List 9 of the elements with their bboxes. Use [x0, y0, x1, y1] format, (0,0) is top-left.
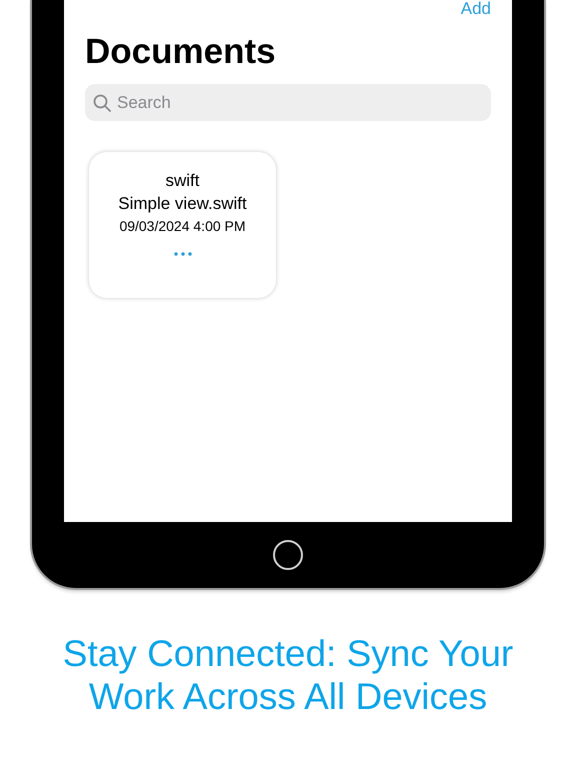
document-type: swift: [166, 170, 200, 192]
document-card[interactable]: swift Simple view.swift 09/03/2024 4:00 PM: [89, 152, 276, 298]
more-icon[interactable]: [174, 252, 192, 256]
promo-caption: Stay Connected: Sync Your Work Across All Devices: [62, 632, 514, 718]
page-title: Documents: [85, 32, 277, 72]
document-date: 09/03/2024 4:00 PM: [119, 217, 246, 235]
home-button[interactable]: [273, 540, 303, 570]
search-field[interactable]: Search: [85, 84, 491, 121]
document-name: Simple view.swift: [118, 193, 247, 215]
